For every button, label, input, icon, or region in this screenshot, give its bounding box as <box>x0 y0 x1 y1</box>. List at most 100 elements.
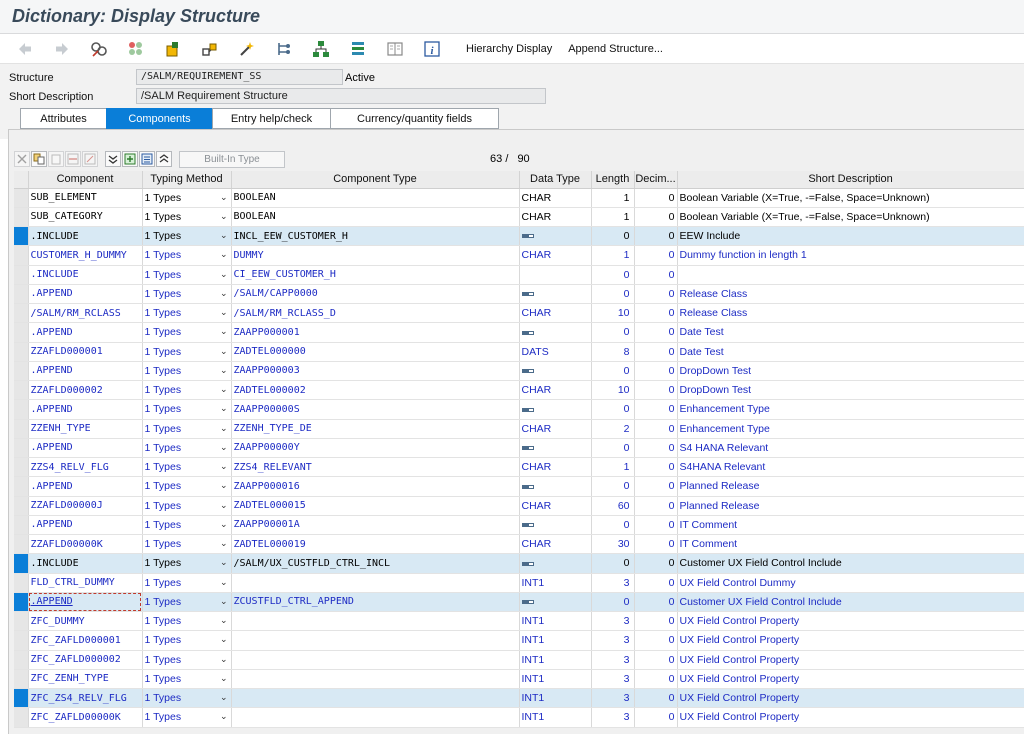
component-type-cell[interactable]: /SALM/RM_RCLASS_D <box>231 303 520 324</box>
component-cell[interactable]: /SALM/RM_RCLASS <box>28 303 143 324</box>
decimals-cell[interactable]: 0 <box>634 265 678 285</box>
component-cell[interactable]: ZZAFLD000002 <box>28 380 143 401</box>
short-description-cell[interactable]: Planned Release <box>677 476 1024 497</box>
component-type-cell[interactable] <box>231 573 520 593</box>
data-type-cell[interactable]: CHAR <box>519 245 592 266</box>
length-cell[interactable]: 10 <box>591 303 635 324</box>
component-cell[interactable]: .APPEND <box>28 592 143 613</box>
typing-method-cell[interactable]: 1 Types ⌄ <box>142 419 232 439</box>
data-type-cell[interactable]: CHAR <box>519 303 592 324</box>
component-cell[interactable]: ZZENH_TYPE <box>28 419 143 439</box>
length-cell[interactable]: 0 <box>591 226 635 247</box>
row-selector[interactable] <box>14 592 29 613</box>
short-description-cell[interactable]: Boolean Variable (X=True, -=False, Space… <box>677 207 1024 228</box>
typing-method-cell[interactable]: 1 Types ⌄ <box>142 534 232 555</box>
component-cell[interactable]: ZFC_ZAFLD00000K <box>28 707 143 728</box>
row-selector[interactable] <box>14 284 29 305</box>
paste-icon[interactable] <box>48 151 64 167</box>
table-row[interactable]: .APPEND 1 Types ⌄ ZAAPP000016 0 0 Planned Rele… <box>14 476 1024 497</box>
table-row[interactable]: .INCLUDE 1 Types ⌄/SALM/UX_CUSTFLD_CTRL_IN… <box>14 553 1024 574</box>
chevron-down-icon[interactable]: ⌄ <box>220 423 228 434</box>
row-selector[interactable] <box>14 265 29 285</box>
decimals-cell[interactable]: 0 <box>634 650 678 670</box>
component-type-cell[interactable]: /SALM/UX_CUSTFLD_CTRL_INCL <box>231 553 520 574</box>
short-description-cell[interactable]: UX Field Control Property <box>677 630 1024 651</box>
row-selector[interactable] <box>14 457 29 478</box>
info-icon[interactable]: i <box>419 37 445 61</box>
component-type-cell[interactable]: ZCUSTFLD_CTRL_APPEND <box>231 592 520 613</box>
row-selector[interactable] <box>14 515 29 536</box>
table-row[interactable]: .APPEND 1 Types ⌄ ZAAPP00000S 0 0 Enhancement … <box>14 399 1024 420</box>
chevron-down-icon[interactable]: ⌄ <box>220 384 228 395</box>
row-selector[interactable] <box>14 245 29 266</box>
decimals-cell[interactable]: 0 <box>634 438 678 459</box>
short-description-cell[interactable]: Release Class <box>677 284 1024 305</box>
length-cell[interactable]: 3 <box>591 707 635 728</box>
decimals-cell[interactable]: 0 <box>634 573 678 593</box>
row-selector[interactable] <box>14 438 29 459</box>
typing-method-cell[interactable]: 1 Types ⌄ <box>142 399 232 420</box>
chevron-down-icon[interactable]: ⌄ <box>220 615 228 626</box>
decimals-cell[interactable]: 0 <box>634 515 678 536</box>
short-description-cell[interactable]: Enhancement Type <box>677 399 1024 420</box>
typing-method-cell[interactable]: 1 Types ⌄ <box>142 476 232 497</box>
typing-method-cell[interactable]: 1 Types ⌄ <box>142 361 232 382</box>
short-description-cell[interactable]: UX Field Control Dummy <box>677 573 1024 593</box>
component-type-cell[interactable] <box>231 707 520 728</box>
short-description-cell[interactable]: Date Test <box>677 322 1024 343</box>
table-row[interactable]: SUB_ELEMENT 1 Types ⌄ BOOLEAN CHAR 1 0 Boolean … <box>14 188 1024 208</box>
other-object-icon[interactable] <box>86 37 112 61</box>
row-selector[interactable] <box>14 573 29 593</box>
row-selector[interactable] <box>14 226 29 247</box>
data-type-cell[interactable] <box>519 476 592 497</box>
chevron-down-icon[interactable]: ⌄ <box>220 442 228 453</box>
decimals-cell[interactable]: 0 <box>634 322 678 343</box>
column-header-length[interactable]: Length <box>591 171 635 189</box>
component-cell[interactable]: .INCLUDE <box>28 553 143 574</box>
copy-icon[interactable] <box>31 151 47 167</box>
length-cell[interactable]: 3 <box>591 573 635 593</box>
table-row[interactable]: CUSTOMER_H_DUMMY 1 Types ⌄ DUMMY CHAR 1 0 Dummy… <box>14 245 1024 266</box>
component-type-cell[interactable] <box>231 669 520 690</box>
component-cell[interactable]: .INCLUDE <box>28 265 143 285</box>
table-row[interactable]: ZZAFLD000002 1 Types ⌄ ZADTEL000002 CHAR 10 0 D… <box>14 380 1024 401</box>
data-type-cell[interactable] <box>519 399 592 420</box>
table-row[interactable]: ZFC_DUMMY 1 Types ⌄ INT1 3 0 UX Field Control … <box>14 611 1024 632</box>
row-selector[interactable] <box>14 361 29 382</box>
data-type-cell[interactable]: CHAR <box>519 496 592 516</box>
short-description-cell[interactable]: Customer UX Field Control Include <box>677 553 1024 574</box>
component-cell[interactable]: .APPEND <box>28 399 143 420</box>
component-type-cell[interactable]: ZADTEL000002 <box>231 380 520 401</box>
chevron-down-icon[interactable]: ⌄ <box>220 230 228 241</box>
column-header-short-description[interactable]: Short Description <box>677 171 1024 189</box>
chevron-down-icon[interactable]: ⌄ <box>220 692 228 703</box>
component-type-cell[interactable] <box>231 630 520 651</box>
length-cell[interactable]: 3 <box>591 630 635 651</box>
short-description-cell[interactable]: Customer UX Field Control Include <box>677 592 1024 613</box>
decimals-cell[interactable]: 0 <box>634 419 678 439</box>
length-cell[interactable]: 0 <box>591 361 635 382</box>
column-header-data-type[interactable]: Data Type <box>519 171 592 189</box>
length-cell[interactable]: 0 <box>591 553 635 574</box>
decimals-cell[interactable]: 0 <box>634 611 678 632</box>
decimals-cell[interactable]: 0 <box>634 399 678 420</box>
component-cell[interactable]: ZFC_ZAFLD000002 <box>28 650 143 670</box>
length-cell[interactable]: 1 <box>591 245 635 266</box>
row-selector[interactable] <box>14 303 29 324</box>
component-cell[interactable]: .APPEND <box>28 476 143 497</box>
component-type-cell[interactable]: ZAAPP00000Y <box>231 438 520 459</box>
column-header-typing-method[interactable]: Typing Method <box>142 171 232 189</box>
component-cell[interactable]: .APPEND <box>28 361 143 382</box>
typing-method-cell[interactable]: 1 Types ⌄ <box>142 573 232 593</box>
data-type-cell[interactable]: DATS <box>519 342 592 362</box>
decimals-cell[interactable]: 0 <box>634 688 678 709</box>
data-type-cell[interactable]: CHAR <box>519 534 592 555</box>
column-header-decimals[interactable]: Decim... <box>634 171 678 189</box>
component-cell[interactable]: .INCLUDE <box>28 226 143 247</box>
expand-row-icon[interactable] <box>122 151 138 167</box>
tab-components[interactable]: Components <box>106 108 212 129</box>
short-description-cell[interactable]: S4HANA Relevant <box>677 457 1024 478</box>
chevron-down-icon[interactable]: ⌄ <box>220 192 228 203</box>
typing-method-cell[interactable]: 1 Types ⌄ <box>142 630 232 651</box>
short-description-cell[interactable]: UX Field Control Property <box>677 650 1024 670</box>
